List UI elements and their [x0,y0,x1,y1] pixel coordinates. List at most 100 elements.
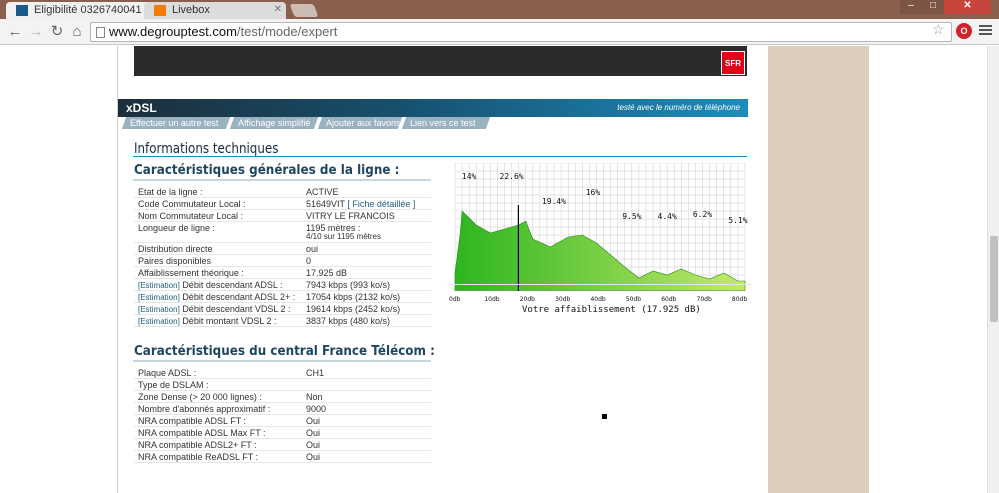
reload-icon[interactable]: ↻ [48,23,66,41]
chart-separator [447,284,752,285]
minimize-icon[interactable]: – [900,0,922,14]
page-scrollbar[interactable] [987,46,999,493]
bin-label: 9.5% [622,212,641,221]
row-label: [Estimation] Débit montant VDSL 2 : [138,316,277,326]
x-tick: 60db [661,296,677,303]
link-add-favorites[interactable]: Ajouter aux favoris [317,117,403,129]
browser-toolbar: ← → ↻ ⌂ www.degrouptest.com/test/mode/ex… [0,19,999,45]
row-label: Etat de la ligne : [138,187,203,197]
link-share-test[interactable]: Lien vers ce test [401,117,491,129]
table-row: NRA compatible ReADSL FT : Oui [134,451,431,463]
info-title-underline [133,156,747,157]
row-label: Longueur de ligne : [138,223,216,233]
central-section-underline [133,360,431,362]
close-tab-icon[interactable]: ✕ [274,4,282,15]
extension-icon[interactable]: O [956,23,972,39]
maximize-icon[interactable]: □ [922,0,944,14]
table-row: Etat de la ligne : ACTIVE [134,186,431,198]
estimation-tag: [Estimation] [138,281,180,290]
row-value: Non [306,392,323,402]
row-value: 7943 kbps (993 ko/s) [306,280,391,290]
x-tick: 10db [484,296,500,303]
table-row: Nombre d'abonnés approximatif : 9000 [134,403,431,415]
table-row: Zone Dense (> 20 000 lignes) : Non [134,391,431,403]
chrome-menu-icon[interactable] [979,25,992,37]
x-tick: 0db [449,296,461,303]
sfr-logo: SFR [721,51,745,75]
bin-label: 4.4% [658,212,677,221]
section-title: xDSL [126,101,157,115]
table-row: Paires disponibles 0 [134,255,431,267]
row-value: Oui [306,452,321,462]
info-title: Informations techniques [134,141,279,157]
row-value: Oui [306,440,321,450]
table-row: [Estimation] Débit descendant ADSL 2+ : 1… [134,291,431,303]
site-favicon-icon [16,5,28,16]
close-window-icon[interactable]: ✕ [944,0,991,14]
row-label: Affaiblissement théorique : [138,268,244,278]
tab-livebox[interactable]: Livebox ✕ [144,2,286,19]
row-value: 17.925 dB [306,268,348,278]
xdsl-header-bar: xDSL testé avec le numéro de téléphone [118,99,748,117]
scroll-thumb[interactable] [990,236,998,322]
page-icon [96,27,105,38]
back-icon[interactable]: ← [6,23,24,41]
right-margin [869,46,987,493]
url-path: /test/mode/expert [236,24,338,39]
row-label: Zone Dense (> 20 000 lignes) : [138,392,262,402]
table-row: Code Commutateur Local : 51649VIT [ Fiche… [134,198,431,210]
row-value: 9000 [306,404,327,414]
row-label: Type de DSLAM : [138,380,209,390]
row-value: CH1 [306,368,325,378]
line-section-title: Caractéristiques générales de la ligne : [134,163,400,178]
row-label: NRA compatible ADSL Max FT : [138,428,266,438]
row-value: 19614 kbps (2452 ko/s) [306,304,401,314]
x-tick: 40db [590,296,606,303]
link-simplified-view[interactable]: Affichage simplifié [229,117,319,129]
row-label: [Estimation] Débit descendant VDSL 2 : [138,304,291,314]
detail-link[interactable]: [ Fiche détaillée ] [347,199,415,209]
forward-icon[interactable]: → [27,23,45,41]
row-value: 3837 kbps (480 ko/s) [306,316,391,326]
line-section-underline [133,179,431,181]
address-bar[interactable]: www.degrouptest.com/test/mode/expert [90,22,952,42]
row-value: Oui [306,428,321,438]
bin-label: 5.1% [728,216,747,225]
browser-tab-strip: Eligibilité 0326740041 - … Livebox ✕ – □… [0,0,999,19]
bin-label: 16% [586,188,601,197]
chart-caption: Votre affaiblissement (17.925 dB) [522,305,701,315]
row-subvalue: 4/10 sur 1195 mètres [306,232,382,241]
line-table: Etat de la ligne : ACTIVE Code Commutateur… [134,186,431,327]
bin-label: 6.2% [693,210,712,219]
x-tick: 50db [625,296,642,303]
new-tab-button[interactable] [289,4,319,17]
central-section-title: Caractéristiques du central France Téléc… [134,344,435,359]
tab-eligibilite[interactable]: Eligibilité 0326740041 - … [6,2,152,19]
url-host: www.degrouptest.com [109,24,237,39]
row-label: [Estimation] Débit descendant ADSL : [138,280,283,290]
row-label: Code Commutateur Local : [138,199,246,209]
table-row: Affaiblissement théorique : 17.925 dB [134,267,431,279]
row-value: 51649VIT [ Fiche détaillée ] [306,199,416,209]
row-value: 0 [306,256,312,266]
tab-title: Eligibilité 0326740041 - … [34,4,152,16]
x-tick: 80db [731,296,748,303]
home-icon[interactable]: ⌂ [68,23,86,41]
row-label: Nombre d'abonnés approximatif : [138,404,271,414]
chart-tick-row: 0db 10db 20db 30db 40db 50db 60db 70db 80db [447,296,752,305]
row-value: ACTIVE [306,187,339,197]
table-row: NRA compatible ADSL Max FT : Oui [134,427,431,439]
link-other-test[interactable]: Effectuer un autre test [121,117,231,129]
row-label: Distribution directe [138,244,213,254]
row-value: 17054 kbps (2132 ko/s) [306,292,401,302]
estimation-tag: [Estimation] [138,305,180,314]
table-row: [Estimation] Débit montant VDSL 2 : 3837 … [134,315,431,327]
bin-label: 14% [462,172,477,181]
table-row: Nom Commutateur Local : VITRY LE FRANCOIS [134,210,431,222]
row-label: NRA compatible ADSL FT : [138,416,247,426]
bookmark-star-icon[interactable]: ☆ [932,21,945,38]
web-page: SFR xDSL testé avec le numéro de télépho… [0,46,987,493]
row-label: [Estimation] Débit descendant ADSL 2+ : [138,292,296,302]
row-value: oui [306,244,319,254]
bin-label: 19.4% [542,197,566,206]
